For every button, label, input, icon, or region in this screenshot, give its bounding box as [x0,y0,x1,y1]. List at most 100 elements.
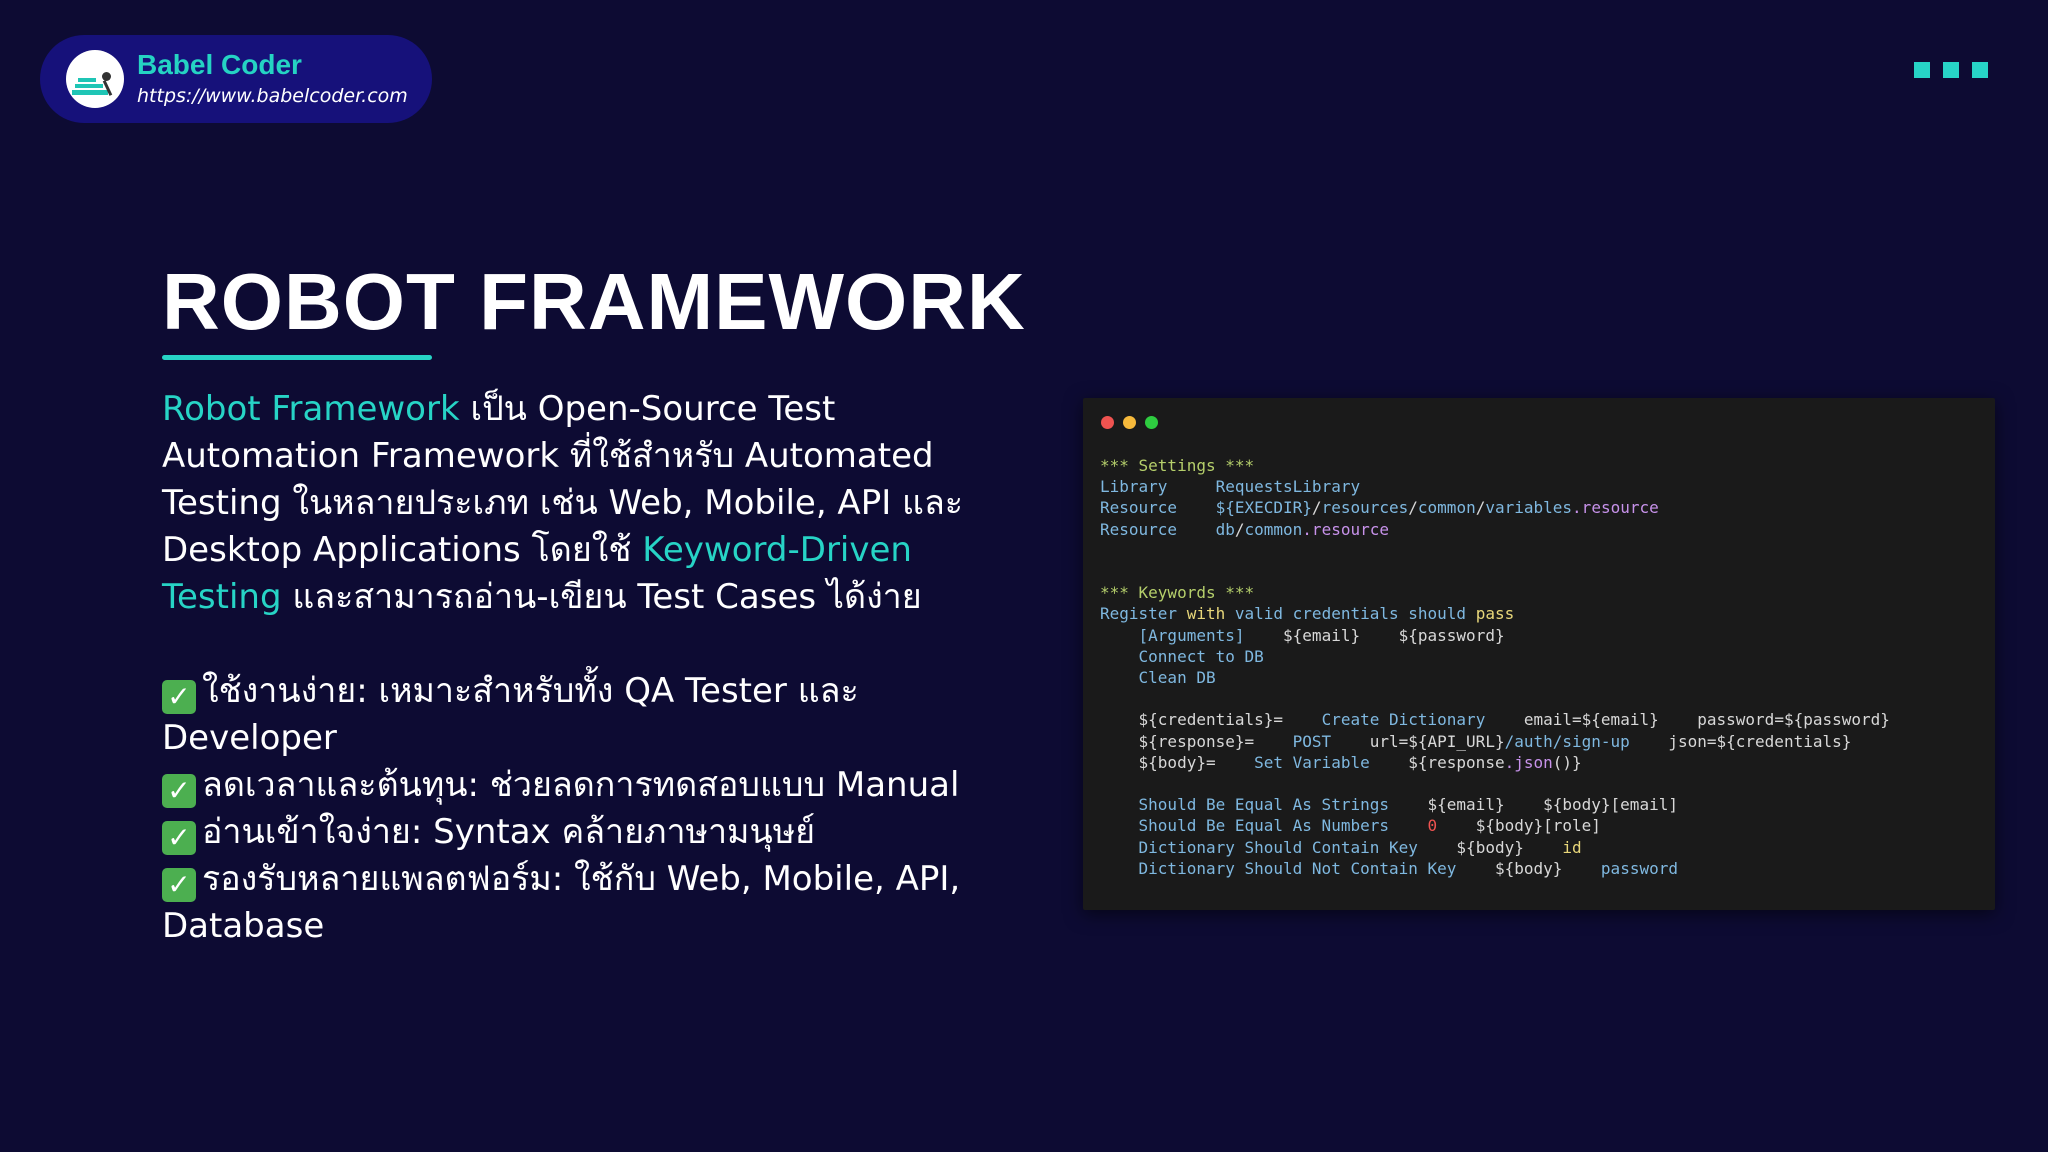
feature-text: รองรับหลายแพลตฟอร์ม: ใช้กับ Web, Mobile,… [162,859,961,946]
code-line: ${body}= Set Variable ${response.json()} [1100,752,1890,773]
code-token: json=${credentials} [1629,731,1852,751]
description-highlight: Robot Framework [162,389,460,429]
brand-text: Babel Coder https://www.babelcoder.com [137,49,408,109]
code-line: Register with valid credentials should p… [1100,603,1890,624]
square-icon [1943,62,1959,78]
code-token: .resource [1572,498,1659,518]
code-window: *** Settings *** Library RequestsLibrary R… [1083,398,1995,910]
code-token: Connect to DB [1100,646,1264,666]
code-token: variables [1485,498,1573,518]
check-mark-icon: ✓ [162,774,196,808]
code-token: RequestsLibrary [1167,477,1361,497]
code-token: common [1244,519,1303,539]
code-token: ${body}= [1100,752,1216,772]
code-token: / [1408,498,1418,518]
code-token: common [1417,498,1476,518]
code-token: .resource [1302,519,1389,539]
code-line: ${response}= POST url=${API_URL}/auth/si… [1100,731,1890,752]
code-token: / [1311,498,1322,518]
code-token: ${EXECDIR} [1177,498,1312,518]
description: Robot Framework เป็น Open-Source Test Au… [162,386,1012,621]
code-token: pass [1475,604,1515,624]
code-token: valid credentials should [1225,604,1476,624]
description-text: และสามารถอ่าน-เขียน Test Cases ได้ง่าย [281,577,922,617]
code-token: ${credentials}= [1100,710,1284,730]
brand-name: Babel Coder [137,49,302,80]
code-token: password=${password} [1658,710,1890,730]
code-line: [Arguments] ${email} ${password} [1100,625,1890,646]
code-token: ${body}[role] [1437,816,1601,836]
code-token: 0 [1388,816,1438,836]
feature-text: ใช้งานง่าย: เหมาะสำหรับทั้ง QA Tester แล… [162,671,859,758]
window-controls [1101,416,1158,429]
code-token: *** Keywords *** [1100,583,1255,603]
code-token: /auth/sign-up [1504,731,1630,751]
code-line: Resource ${EXECDIR}/resources/common/var… [1100,497,1890,518]
code-token: url=${API_URL} [1331,731,1505,751]
code-token: [Arguments] [1100,625,1245,645]
code-line: Library RequestsLibrary [1100,476,1890,497]
code-token: Resource [1100,519,1178,539]
feature-text: อ่านเข้าใจง่าย: Syntax คล้ายภาษามนุษย์ [202,812,816,852]
check-mark-icon: ✓ [162,821,196,855]
code-token: ${body}[email] [1504,795,1678,815]
code-token: ()} [1552,752,1582,772]
feature-list: ✓ ใช้งานง่าย: เหมาะสำหรับทั้ง QA Tester แ… [162,668,992,950]
code-token: Register [1100,604,1187,624]
check-mark-icon: ✓ [162,680,196,714]
code-token: email=${email} [1485,710,1659,730]
code-line: Should Be Equal As Strings ${email} ${bo… [1100,794,1890,815]
code-line: *** Settings *** [1100,455,1890,476]
code-token: ${response}= [1100,731,1255,751]
code-line: Resource db/common.resource [1100,519,1890,540]
code-token: Library [1100,477,1168,497]
code-token: resources [1321,498,1409,518]
code-line: *** Keywords *** [1100,582,1890,603]
code-token: ${body} [1456,858,1563,878]
maximize-dot-icon [1145,416,1158,429]
code-line: Dictionary Should Contain Key ${body} id [1100,837,1890,858]
feature-item: ✓ ใช้งานง่าย: เหมาะสำหรับทั้ง QA Tester แ… [162,668,992,762]
corner-decoration [1914,62,1988,78]
square-icon [1914,62,1930,78]
check-mark-icon: ✓ [162,868,196,902]
code-token: ${response [1369,752,1505,772]
code-token: Create Dictionary [1283,710,1486,730]
code-token: / [1475,498,1486,518]
brand-url[interactable]: https://www.babelcoder.com [137,83,408,109]
code-token: ${body} [1417,837,1524,857]
code-token: Set Variable [1215,752,1370,772]
code-token: Should Be Equal As Strings [1100,795,1389,815]
code-token: POST [1254,731,1332,751]
code-token: Resource [1100,498,1178,518]
code-line: Connect to DB [1100,646,1890,667]
code-line: Dictionary Should Not Contain Key ${body… [1100,858,1890,879]
code-token: password [1562,858,1678,878]
feature-item: ✓ อ่านเข้าใจง่าย: Syntax คล้ายภาษามนุษย์ [162,809,992,856]
code-line: Should Be Equal As Numbers 0 ${body}[rol… [1100,815,1890,836]
minimize-dot-icon [1123,416,1136,429]
code-block: *** Settings *** Library RequestsLibrary R… [1100,455,1890,879]
close-dot-icon [1101,416,1114,429]
code-token: Dictionary Should Not Contain Key [1100,858,1457,878]
babel-coder-logo-icon [66,50,124,108]
code-token: ${email} [1244,625,1361,645]
code-token: ${password} [1360,625,1505,645]
code-token: .json [1504,752,1553,772]
square-icon [1972,62,1988,78]
code-token: Should Be Equal As Numbers [1100,816,1389,836]
code-token: Dictionary Should Contain Key [1100,837,1418,857]
code-line: ${credentials}= Create Dictionary email=… [1100,709,1890,730]
code-token: ${email} [1388,795,1505,815]
code-line: Clean DB [1100,667,1890,688]
code-token: / [1234,519,1245,539]
title-underline [162,355,432,360]
slide-title: ROBOT FRAMEWORK [162,257,1026,346]
code-token: db [1177,519,1235,539]
feature-item: ✓ ลดเวลาและต้นทุน: ช่วยลดการทดสอบแบบ Manu… [162,762,992,809]
brand-pill[interactable]: Babel Coder https://www.babelcoder.com [40,35,432,123]
